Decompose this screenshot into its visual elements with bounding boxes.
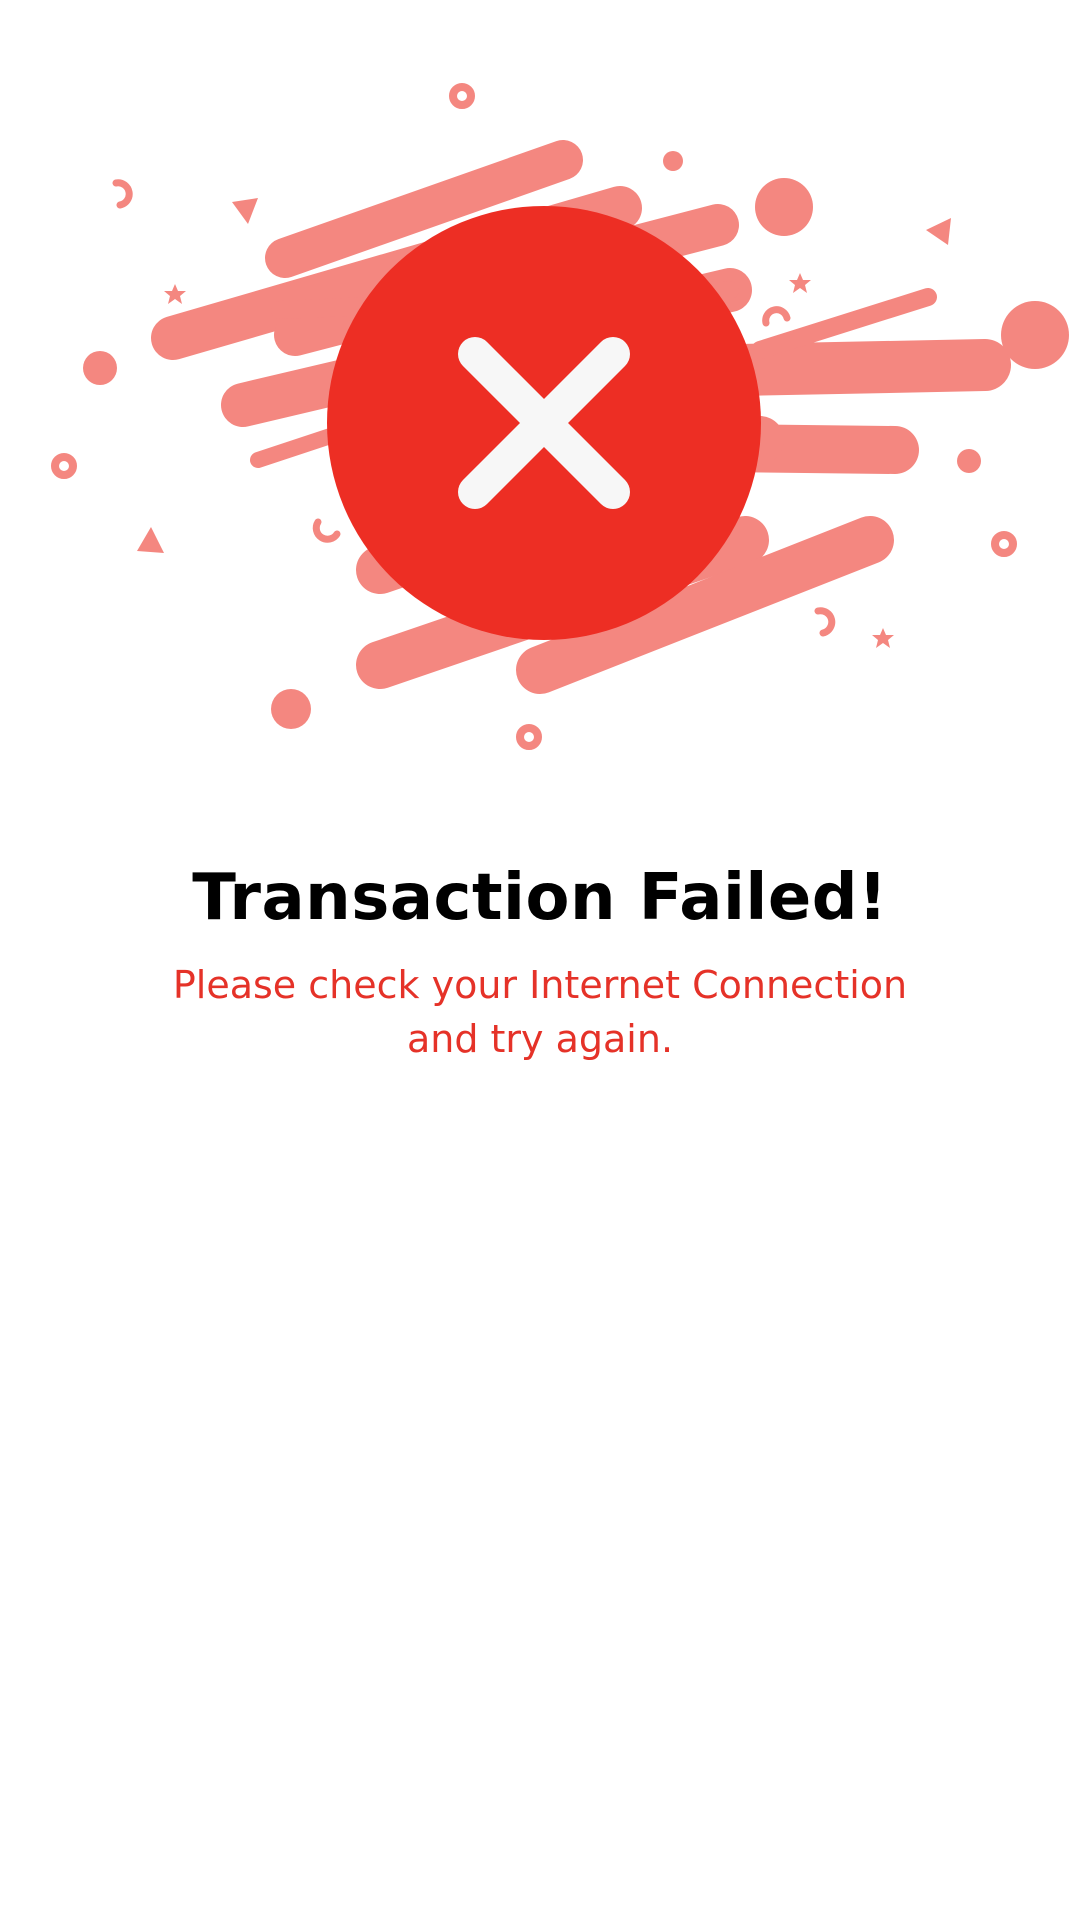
error-message: Please check your Internet Connection an… — [172, 963, 908, 1061]
error-illustration — [0, 0, 1080, 800]
error-x-circle-icon — [327, 206, 761, 640]
page-title: Transaction Failed! — [192, 861, 888, 935]
